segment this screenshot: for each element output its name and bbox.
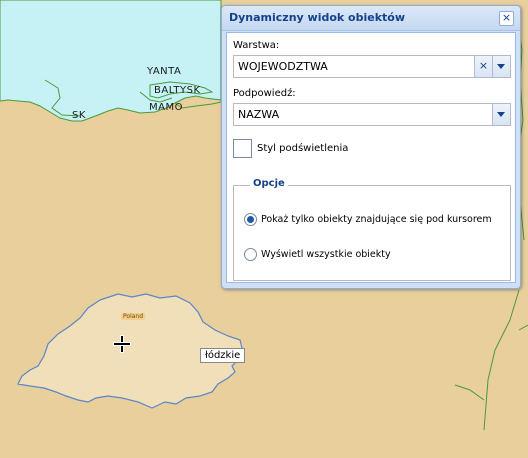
window-header[interactable]: Dynamiczny widok obiektów × — [222, 6, 520, 31]
map-label-baltysk: BALTYSK — [154, 85, 201, 96]
region-tooltip: łódzkie — [200, 348, 246, 363]
highlight-style-checkbox[interactable] — [233, 139, 252, 158]
options-fieldset: Opcje Pokaż tylko obiekty znajdujące się… — [233, 178, 511, 281]
radio-under-cursor-label[interactable]: Pokaż tylko obiekty znajdujące się pod k… — [261, 214, 492, 225]
highlight-style-label: Styl podświetlenia — [257, 143, 349, 154]
layer-label: Warstwa: — [233, 40, 280, 51]
hint-combobox[interactable]: NAZWA — [233, 103, 511, 126]
hint-dropdown-trigger[interactable] — [492, 104, 510, 125]
window-title: Dynamiczny widok obiektów — [229, 11, 406, 24]
layer-value: WOJEWODZTWA — [238, 60, 328, 73]
hint-value: NAZWA — [238, 108, 280, 121]
radio-all-objects[interactable] — [244, 248, 257, 261]
close-button[interactable]: × — [499, 11, 514, 26]
layer-dropdown-trigger[interactable] — [492, 56, 510, 77]
crosshair-cursor-icon — [114, 336, 130, 352]
country-tag: Poland — [121, 313, 146, 320]
dynamic-view-window[interactable]: Dynamiczny widok obiektów × Warstwa: WOJ… — [221, 5, 521, 289]
map-label-mamo: MAMO — [149, 102, 183, 113]
radio-under-cursor[interactable] — [244, 213, 257, 226]
layer-combobox[interactable]: WOJEWODZTWA × — [233, 55, 511, 78]
options-legend: Opcje — [250, 178, 288, 189]
window-body: Warstwa: WOJEWODZTWA × Podpowiedź: NAZWA… — [226, 32, 516, 283]
layer-clear-button[interactable]: × — [474, 56, 492, 77]
radio-all-objects-label[interactable]: Wyświetl wszystkie obiekty — [261, 249, 391, 260]
map-label-sk: SK — [72, 110, 86, 121]
map-label-yanta: YANTA — [147, 66, 182, 77]
hint-label: Podpowiedź: — [233, 88, 296, 99]
